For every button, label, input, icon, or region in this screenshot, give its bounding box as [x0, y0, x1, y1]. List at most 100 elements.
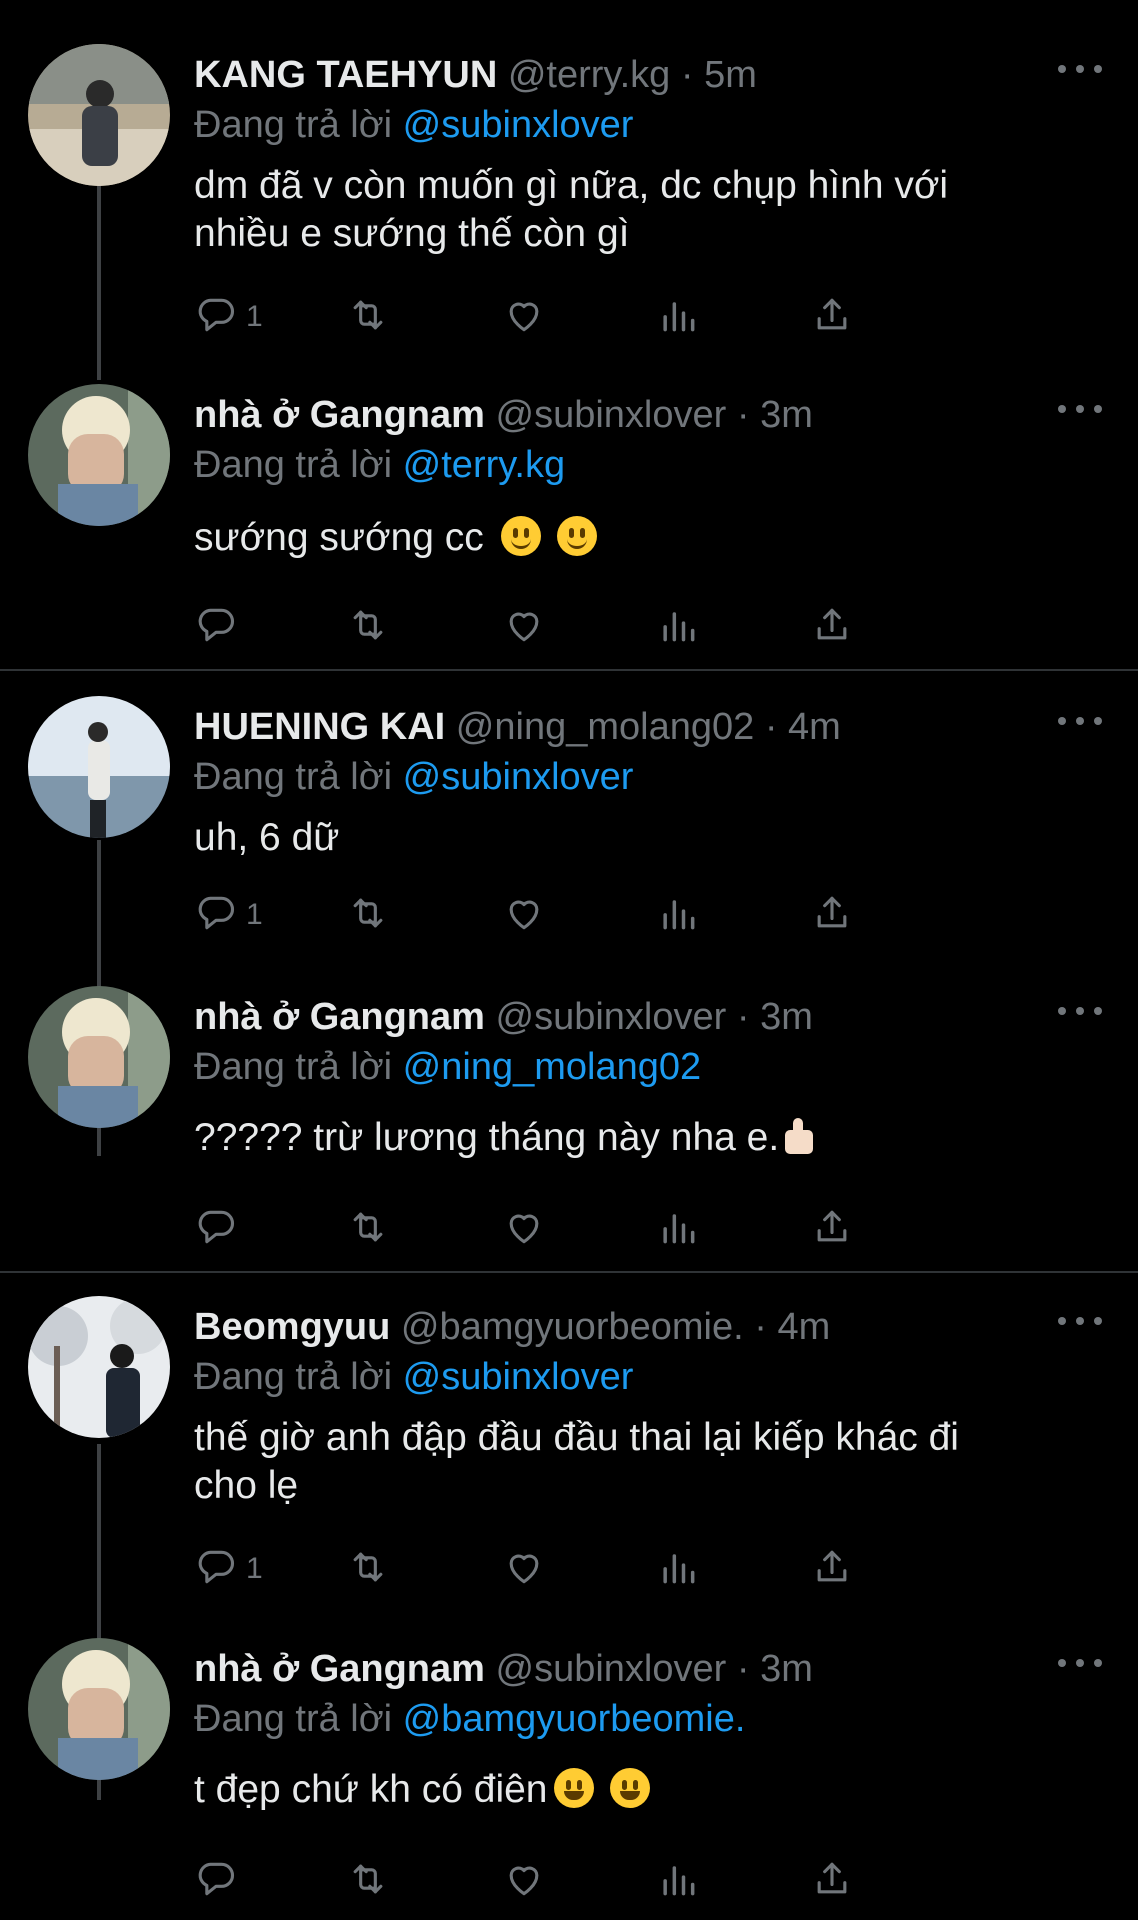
tweet[interactable]: nhà ở Gangnam @subinxlover · 3m Đang trả…	[0, 1638, 1138, 1920]
separator-dot: ·	[764, 706, 778, 748]
reply-button[interactable]: 1	[194, 890, 263, 940]
display-name[interactable]: nhà ở Gangnam	[194, 1648, 485, 1690]
avatar[interactable]	[28, 1638, 170, 1780]
mention-link[interactable]: @terry.kg	[403, 444, 565, 486]
avatar[interactable]	[28, 696, 170, 838]
retweet-button[interactable]	[346, 1204, 390, 1254]
tweet-actions: 1	[194, 890, 1014, 940]
like-button[interactable]	[502, 1204, 546, 1254]
display-name[interactable]: Beomgyuu	[194, 1306, 390, 1348]
tweet[interactable]: KANG TAEHYUN @terry.kg · 5m Đang trả lời…	[0, 44, 1138, 344]
tweet-text-line: dm đã v còn muốn gì nữa, dc chụp hình vớ…	[194, 164, 949, 207]
retweet-button[interactable]	[346, 292, 390, 342]
user-handle[interactable]: @subinxlover	[496, 394, 727, 436]
tweet-text-line: sướng sướng cc	[194, 516, 484, 559]
reply-count: 1	[246, 898, 263, 931]
tweet[interactable]: nhà ở Gangnam @subinxlover · 3m Đang trả…	[0, 384, 1138, 644]
like-button[interactable]	[502, 890, 546, 940]
like-button[interactable]	[502, 1544, 546, 1594]
timestamp[interactable]: 3m	[760, 394, 813, 436]
mention-link[interactable]: @subinxlover	[403, 1356, 634, 1398]
avatar[interactable]	[28, 1296, 170, 1438]
reply-button[interactable]: 1	[194, 1544, 263, 1594]
mention-link[interactable]: @subinxlover	[403, 104, 634, 146]
reply-button[interactable]	[194, 602, 246, 652]
views-button[interactable]	[656, 1204, 700, 1254]
replying-to: Đang trả lời @subinxlover	[194, 100, 633, 150]
reply-button[interactable]: 1	[194, 292, 263, 342]
share-button[interactable]	[810, 890, 854, 940]
share-button[interactable]	[810, 1204, 854, 1254]
user-handle[interactable]: @terry.kg	[508, 54, 670, 96]
tweet-actions: 1	[194, 292, 1014, 342]
like-button[interactable]	[502, 292, 546, 342]
separator-dot: ·	[754, 1306, 767, 1348]
tweet-header: KANG TAEHYUN @terry.kg · 5m	[194, 50, 757, 100]
display-name[interactable]: nhà ở Gangnam	[194, 394, 485, 436]
share-button[interactable]	[810, 602, 854, 652]
thumbs-up-emoji	[779, 1116, 819, 1156]
replying-to: Đang trả lời @subinxlover	[194, 752, 633, 802]
tweet[interactable]: Beomgyuu @bamgyuorbeomie. · 4m Đang trả …	[0, 1296, 1138, 1622]
views-button[interactable]	[656, 1856, 700, 1906]
like-icon	[502, 891, 546, 940]
mention-link[interactable]: @bamgyuorbeomie.	[403, 1698, 746, 1740]
display-name[interactable]: KANG TAEHYUN	[194, 54, 497, 96]
user-handle[interactable]: @subinxlover	[496, 1648, 727, 1690]
views-button[interactable]	[656, 292, 700, 342]
views-icon	[656, 891, 700, 940]
share-icon	[810, 1205, 854, 1254]
more-icon[interactable]	[1058, 1306, 1102, 1336]
tweet-text-line: t đẹp chứ kh có điên	[194, 1768, 548, 1811]
replying-label: Đang trả lời	[194, 444, 393, 486]
more-icon[interactable]	[1058, 54, 1102, 84]
retweet-button[interactable]	[346, 1544, 390, 1594]
share-button[interactable]	[810, 1544, 854, 1594]
views-icon	[656, 1205, 700, 1254]
tweet-text: dm đã v còn muốn gì nữa, dc chụp hình vớ…	[194, 162, 1094, 258]
more-icon[interactable]	[1058, 394, 1102, 424]
mention-link[interactable]: @ning_molang02	[403, 1046, 701, 1088]
tweet[interactable]: nhà ở Gangnam @subinxlover · 3m Đang trả…	[0, 986, 1138, 1256]
views-button[interactable]	[656, 1544, 700, 1594]
more-icon[interactable]	[1058, 1648, 1102, 1678]
tweet[interactable]: HUENING KAI @ning_molang02 · 4m Đang trả…	[0, 696, 1138, 986]
user-handle[interactable]: @bamgyuorbeomie.	[401, 1306, 744, 1348]
views-button[interactable]	[656, 890, 700, 940]
retweet-button[interactable]	[346, 602, 390, 652]
thread-3: Beomgyuu @bamgyuorbeomie. · 4m Đang trả …	[0, 1274, 1138, 1920]
tweet-header: nhà ở Gangnam @subinxlover · 3m	[194, 390, 813, 440]
mention-link[interactable]: @subinxlover	[403, 756, 634, 798]
display-name[interactable]: HUENING KAI	[194, 706, 445, 748]
replying-to: Đang trả lời @subinxlover	[194, 1352, 633, 1402]
timestamp[interactable]: 4m	[777, 1306, 830, 1348]
more-icon[interactable]	[1058, 996, 1102, 1026]
share-button[interactable]	[810, 292, 854, 342]
timestamp[interactable]: 4m	[788, 706, 841, 748]
like-icon	[502, 293, 546, 342]
reply-icon	[194, 1545, 238, 1594]
avatar[interactable]	[28, 986, 170, 1128]
retweet-button[interactable]	[346, 890, 390, 940]
like-icon	[502, 603, 546, 652]
avatar[interactable]	[28, 384, 170, 526]
replying-label: Đang trả lời	[194, 756, 393, 798]
separator-dot: ·	[736, 394, 750, 436]
avatar[interactable]	[28, 44, 170, 186]
retweet-icon	[346, 293, 390, 342]
timestamp[interactable]: 3m	[760, 996, 813, 1038]
views-button[interactable]	[656, 602, 700, 652]
display-name[interactable]: nhà ở Gangnam	[194, 996, 485, 1038]
tweet-header: nhà ở Gangnam @subinxlover · 3m	[194, 992, 813, 1042]
timestamp[interactable]: 3m	[760, 1648, 813, 1690]
more-icon[interactable]	[1058, 706, 1102, 736]
share-button[interactable]	[810, 1856, 854, 1906]
user-handle[interactable]: @subinxlover	[496, 996, 727, 1038]
retweet-button[interactable]	[346, 1856, 390, 1906]
user-handle[interactable]: @ning_molang02	[456, 706, 754, 748]
reply-button[interactable]	[194, 1856, 246, 1906]
timestamp[interactable]: 5m	[704, 54, 757, 96]
like-button[interactable]	[502, 1856, 546, 1906]
like-button[interactable]	[502, 602, 546, 652]
reply-button[interactable]	[194, 1204, 246, 1254]
